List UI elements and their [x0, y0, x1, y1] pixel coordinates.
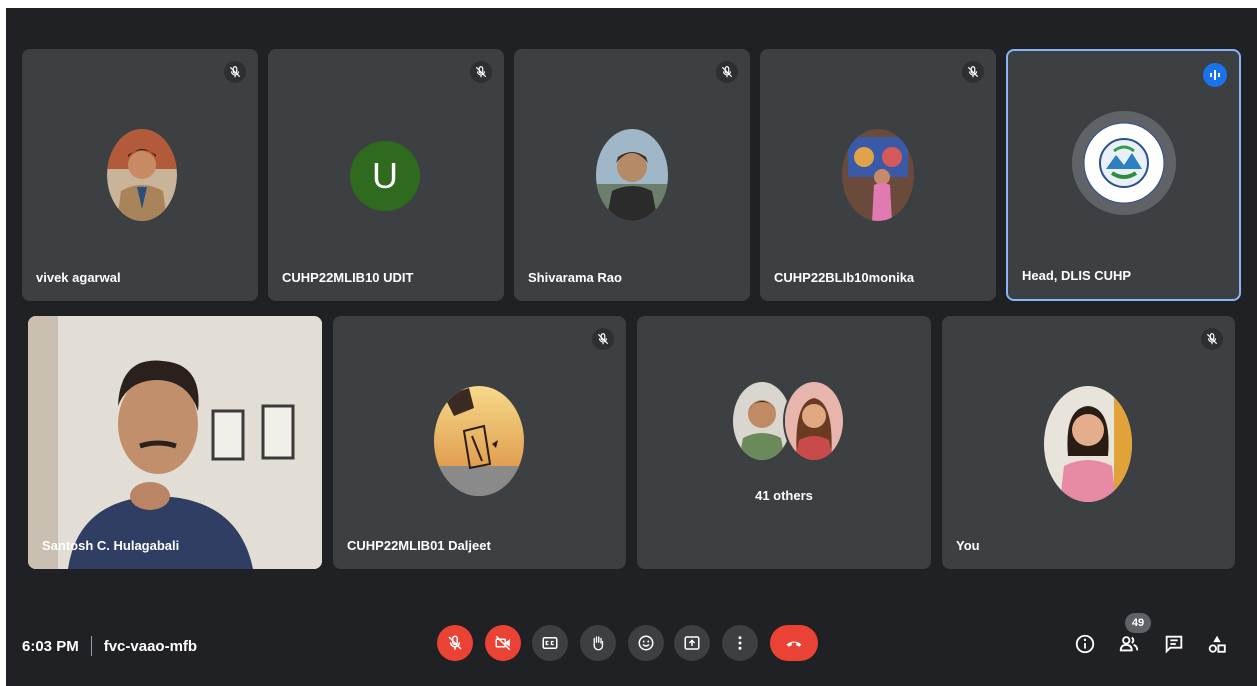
camera-toggle-button[interactable] — [485, 625, 521, 661]
participant-tile-santosh[interactable]: Santosh C. Hulagabali — [28, 316, 322, 569]
participant-tile-you[interactable]: You — [942, 316, 1235, 569]
participant-tile-vivek[interactable]: vivek agarwal — [22, 49, 258, 301]
mic-off-icon — [716, 61, 738, 83]
avatar-initial: U — [350, 141, 420, 211]
participant-name: CUHP22BLIb10monika — [774, 270, 915, 285]
participant-tile-others[interactable]: 41 others — [637, 316, 931, 569]
meeting-info: 6:03 PM fvc-vaao-mfb — [22, 636, 197, 656]
participant-tile-head-dlis[interactable]: Head, DLIS CUHP — [1006, 49, 1241, 301]
meeting-code[interactable]: fvc-vaao-mfb — [104, 638, 197, 655]
avatar — [596, 129, 668, 221]
emoji-icon — [638, 635, 654, 651]
meeting-details-button[interactable] — [1071, 630, 1099, 658]
activities-icon — [1208, 635, 1226, 653]
mic-off-icon — [470, 61, 492, 83]
captions-icon — [542, 637, 558, 649]
meeting-stage: vivek agarwal U CUHP22MLIB10 UDIT Shivar… — [6, 8, 1257, 686]
participant-tile-daljeet[interactable]: CUHP22MLIB01 Daljeet — [333, 316, 626, 569]
more-options-button[interactable] — [722, 625, 758, 661]
chat-icon — [1165, 635, 1183, 654]
mic-off-icon — [446, 634, 464, 652]
present-now-button[interactable] — [674, 625, 710, 661]
mic-off-icon — [592, 328, 614, 350]
university-logo — [1072, 111, 1176, 215]
people-icon — [1119, 636, 1139, 652]
camera-off-icon — [495, 635, 511, 651]
avatar — [107, 129, 177, 221]
avatar — [434, 386, 524, 496]
avatar-others-2 — [783, 380, 845, 462]
more-options-icon — [738, 636, 742, 650]
end-call-icon — [786, 641, 802, 647]
meeting-time: 6:03 PM — [22, 637, 79, 655]
mic-toggle-button[interactable] — [437, 625, 473, 661]
participant-name: CUHP22MLIB10 UDIT — [282, 270, 414, 285]
participant-name: Santosh C. Hulagabali — [42, 538, 180, 553]
mic-off-icon — [962, 61, 984, 83]
people-button[interactable] — [1115, 630, 1143, 658]
avatar — [842, 129, 914, 221]
others-count-label: 41 others — [755, 488, 813, 503]
captions-button[interactable] — [532, 625, 568, 661]
participant-name: Shivarama Rao — [528, 270, 622, 285]
participant-tile-monika[interactable]: CUHP22BLIb10monika — [760, 49, 996, 301]
mic-off-icon — [1201, 328, 1223, 350]
avatar — [1044, 386, 1132, 502]
leave-call-button[interactable] — [770, 625, 818, 661]
participant-video — [28, 316, 322, 569]
participant-name: CUHP22MLIB01 Daljeet — [347, 538, 491, 553]
participant-tile-udit[interactable]: U CUHP22MLIB10 UDIT — [268, 49, 504, 301]
participant-name: Head, DLIS CUHP — [1022, 268, 1132, 283]
participant-tile-shivarama[interactable]: Shivarama Rao — [514, 49, 750, 301]
mic-off-icon — [224, 61, 246, 83]
emoji-button[interactable] — [628, 625, 664, 661]
participant-name: You — [956, 538, 980, 553]
separator — [90, 636, 92, 656]
audio-level-icon — [1203, 63, 1227, 87]
info-icon — [1075, 634, 1095, 654]
present-icon — [684, 636, 700, 650]
chat-button[interactable] — [1160, 630, 1188, 658]
participant-name: vivek agarwal — [36, 270, 121, 285]
activities-button[interactable] — [1203, 630, 1231, 658]
raise-hand-icon — [593, 636, 604, 651]
raise-hand-button[interactable] — [580, 625, 616, 661]
